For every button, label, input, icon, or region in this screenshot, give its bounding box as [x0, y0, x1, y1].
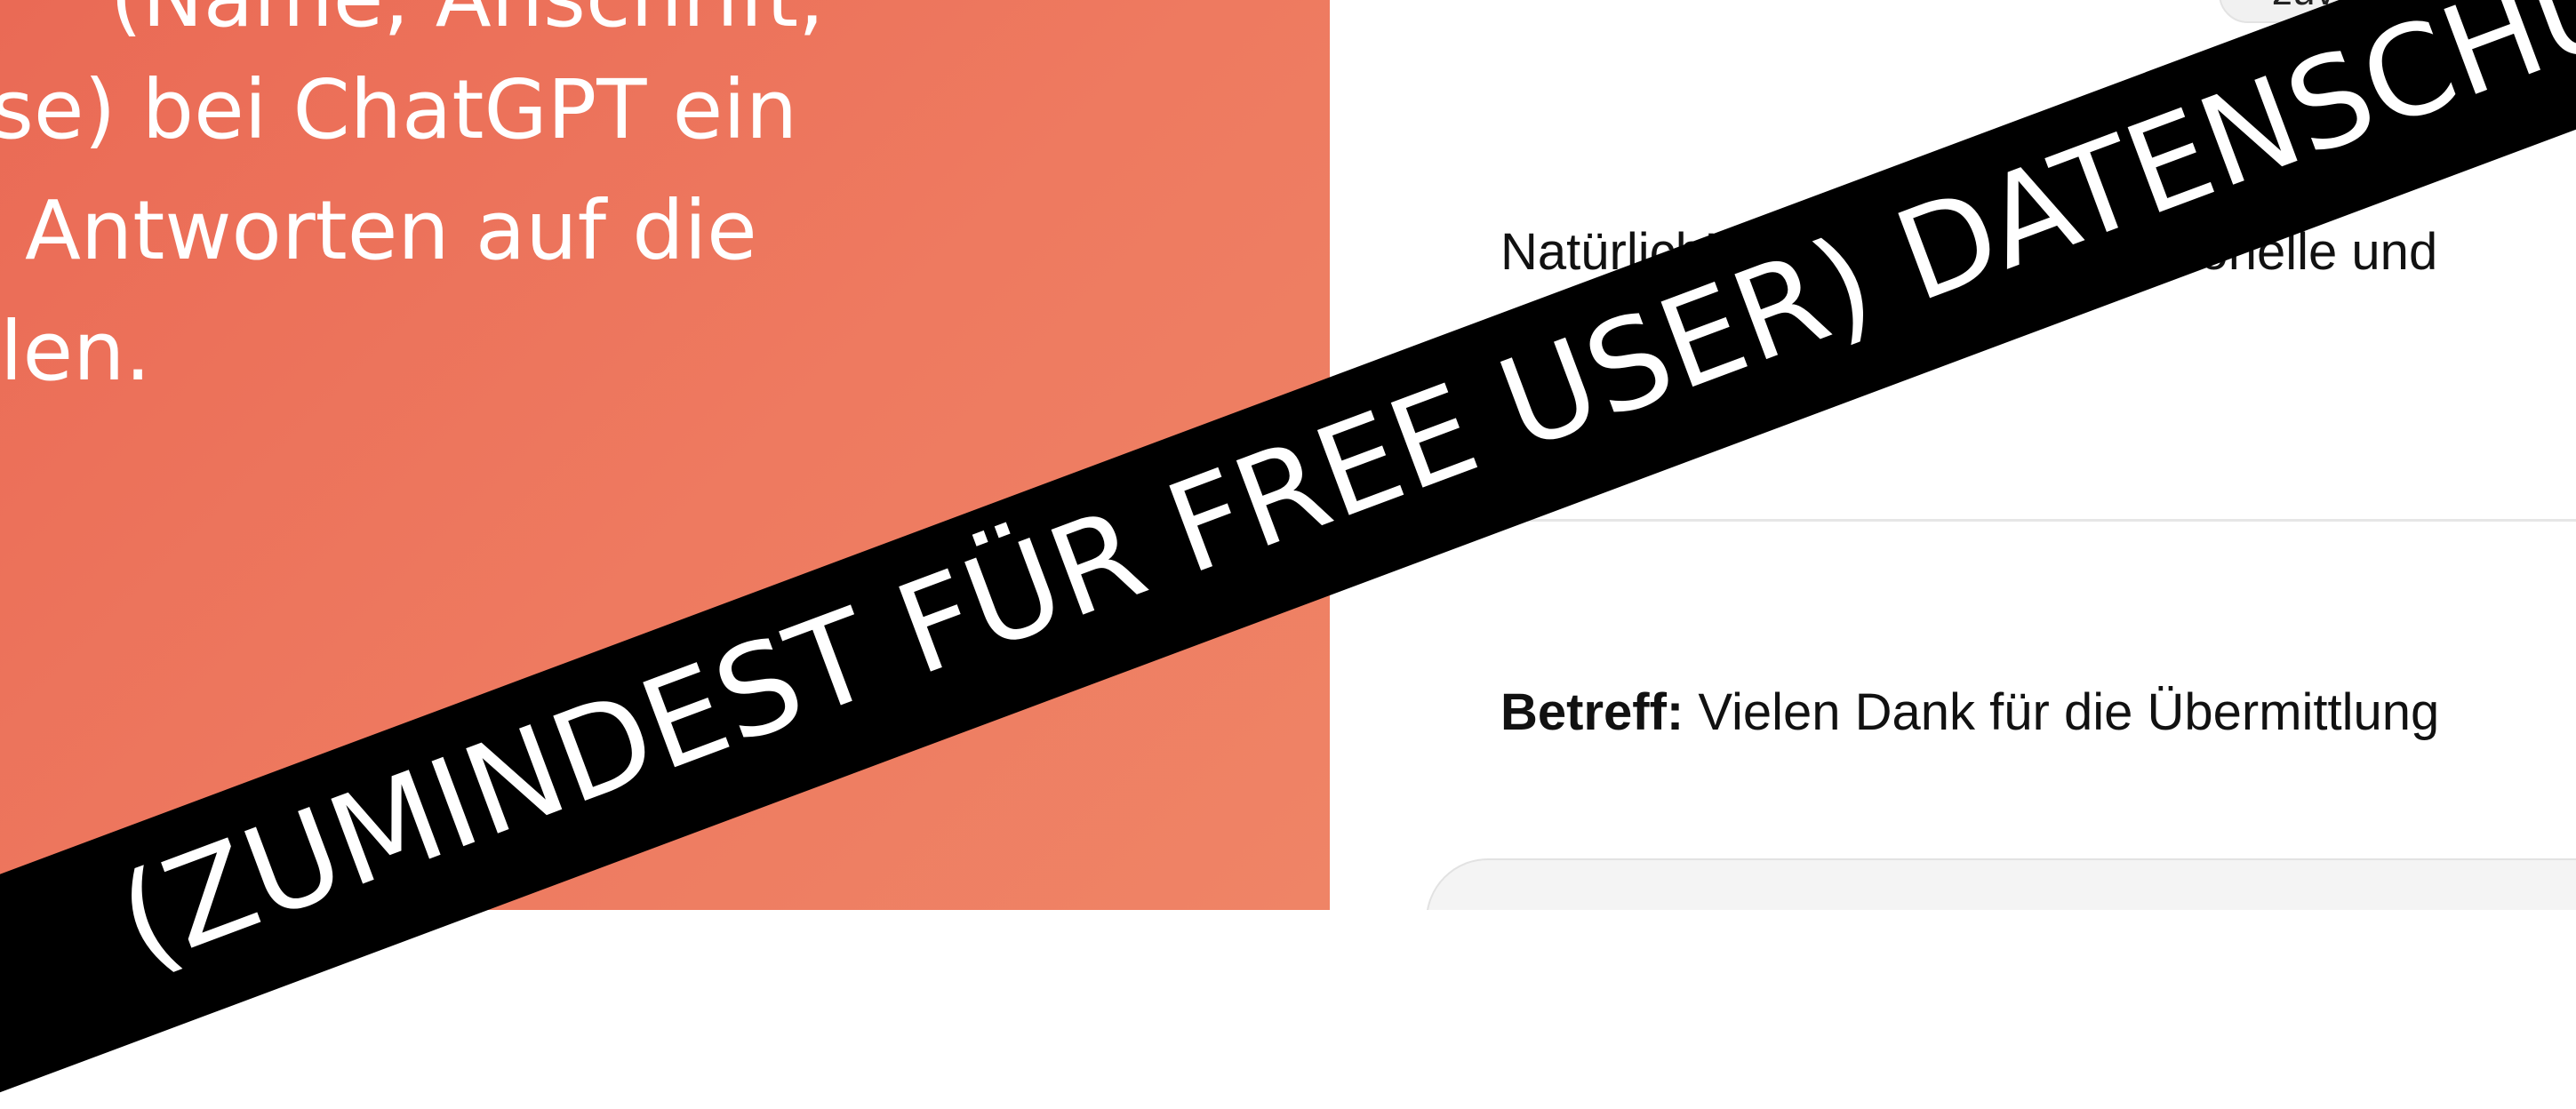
message-divider — [1499, 519, 2576, 522]
chat-input-box[interactable] — [1426, 858, 2576, 910]
slide-text-line: se) bei ChatGPT ein — [0, 62, 798, 157]
subject-label: Betreff: — [1500, 683, 1684, 741]
slide-text-line: len. — [0, 304, 151, 399]
email-subject-line: Betreff: Vielen Dank für die Übermittlun… — [1500, 682, 2439, 742]
subject-text: Vielen Dank für die Übermittlung — [1698, 683, 2440, 741]
slide-text-line: Antworten auf die — [25, 183, 757, 278]
